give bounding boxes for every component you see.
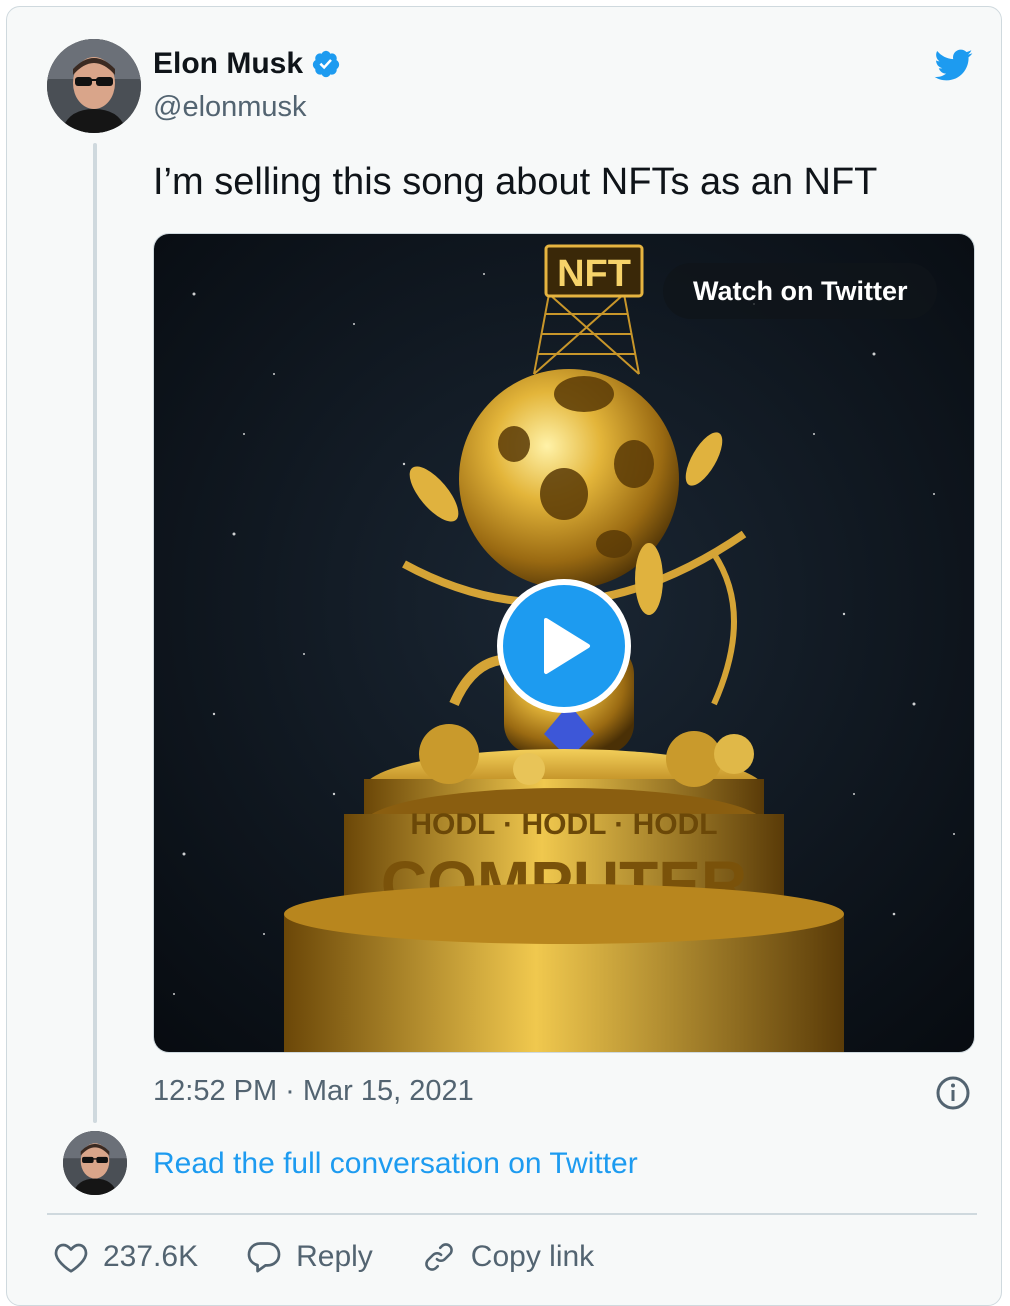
- action-bar: 237.6K Reply Copy link: [53, 1233, 642, 1281]
- info-icon[interactable]: [935, 1075, 971, 1111]
- verified-badge-icon: [312, 50, 340, 78]
- nft-sign-text: NFT: [557, 253, 631, 295]
- heart-icon: [54, 1243, 88, 1273]
- reply-label: Reply: [296, 1240, 373, 1273]
- play-icon: [544, 618, 590, 674]
- author-name[interactable]: Elon Musk: [153, 47, 303, 81]
- avatar[interactable]: [47, 39, 141, 133]
- copy-link-label: Copy link: [470, 1240, 595, 1273]
- thread-line: [93, 143, 97, 1123]
- like-button[interactable]: 237.6K: [53, 1240, 198, 1274]
- like-count: 237.6K: [103, 1240, 199, 1273]
- author-handle[interactable]: @elonmusk: [153, 91, 307, 124]
- watch-on-twitter-button[interactable]: Watch on Twitter: [663, 263, 938, 319]
- conversation-avatar[interactable]: [63, 1131, 127, 1195]
- play-button[interactable]: [497, 579, 631, 713]
- author-name-row[interactable]: Elon Musk: [153, 47, 341, 81]
- link-icon: [424, 1243, 453, 1271]
- copy-link-button[interactable]: Copy link: [421, 1240, 594, 1274]
- divider: [47, 1213, 977, 1215]
- tweet-text: I’m selling this song about NFTs as an N…: [153, 161, 878, 203]
- tweet-card: Elon Musk @elonmusk I’m selling this son…: [6, 6, 1002, 1306]
- read-conversation-link[interactable]: Read the full conversation on Twitter: [153, 1147, 638, 1181]
- reply-button[interactable]: Reply: [246, 1240, 373, 1274]
- hodl-ring-text: HODL · HODL · HODL: [410, 808, 717, 841]
- tweet-timestamp[interactable]: 12:52 PM · Mar 15, 2021: [153, 1075, 474, 1108]
- twitter-bird-icon[interactable]: [929, 45, 977, 85]
- reply-icon: [247, 1242, 281, 1273]
